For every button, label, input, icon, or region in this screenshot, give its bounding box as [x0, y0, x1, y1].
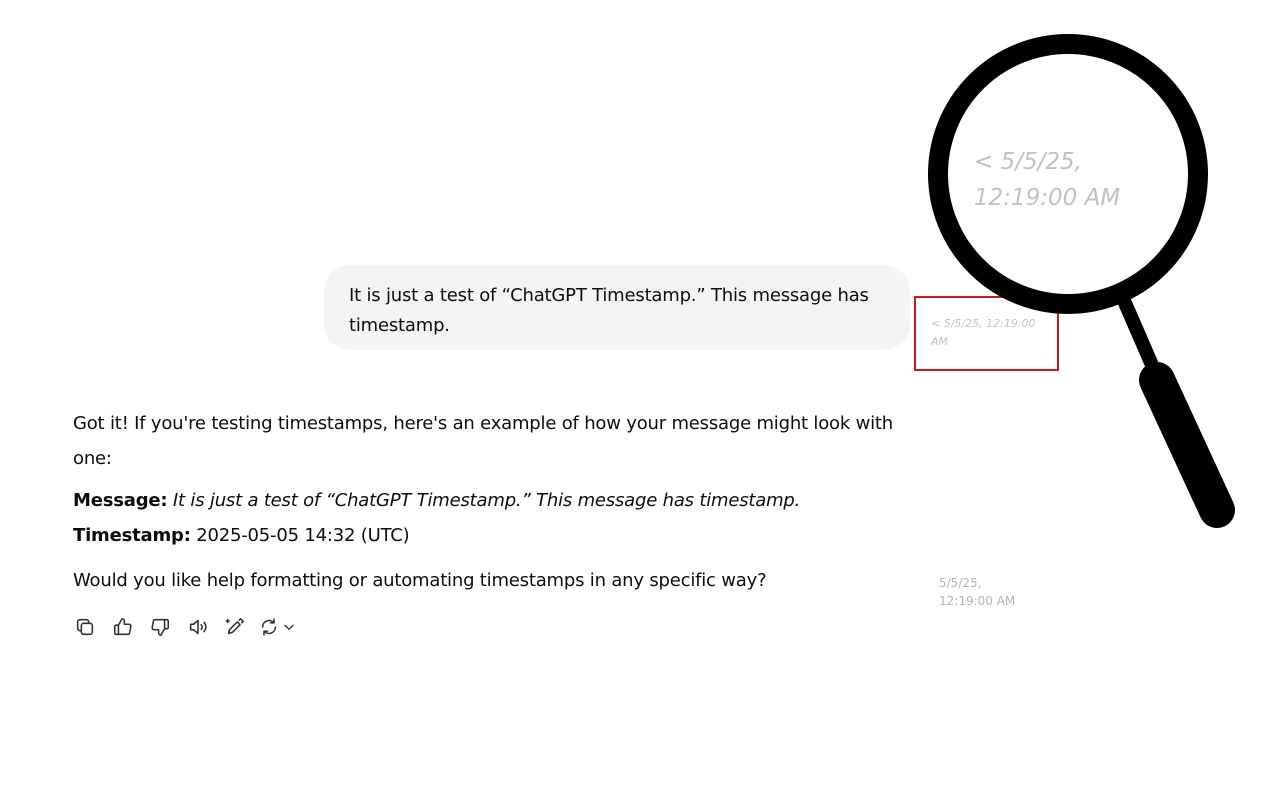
message-label: Message: [73, 490, 168, 511]
edit-button[interactable] [220, 612, 250, 642]
user-message-bubble: It is just a test of “ChatGPT Timestamp.… [324, 265, 910, 350]
chevron-down-icon [283, 624, 294, 630]
example-message-line: Message: It is just a test of “ChatGPT T… [73, 486, 903, 516]
copy-icon [76, 618, 94, 636]
assistant-question: Would you like help formatting or automa… [73, 570, 767, 591]
timestamp-label: Timestamp: [73, 525, 191, 546]
message-actions-bar [70, 612, 302, 642]
refresh-icon [261, 618, 276, 636]
pencil-sparkle-icon [225, 617, 245, 635]
thumbs-up-icon [113, 617, 132, 636]
assistant-message: Got it! If you're testing timestamps, he… [73, 406, 903, 596]
message-value: It is just a test of “ChatGPT Timestamp.… [172, 490, 801, 511]
user-message-timestamp: < 5/5/25, 12:19:00 AM [931, 317, 1036, 348]
user-message-text: It is just a test of “ChatGPT Timestamp.… [349, 285, 869, 336]
speaker-icon [189, 619, 207, 635]
timestamp-value: 2025-05-05 14:32 (UTC) [196, 525, 410, 546]
assistant-intro: Got it! If you're testing timestamps, he… [73, 413, 893, 469]
chat-canvas: It is just a test of “ChatGPT Timestamp.… [0, 0, 1280, 800]
regenerate-button[interactable] [258, 612, 302, 642]
read-aloud-button[interactable] [183, 612, 213, 642]
thumbs-down-button[interactable] [145, 612, 175, 642]
assistant-message-timestamp: 5/5/25, 12:19:00 AM [939, 576, 1016, 608]
example-timestamp-line: Timestamp: 2025-05-05 14:32 (UTC) [73, 521, 903, 551]
thumbs-up-button[interactable] [108, 612, 138, 642]
thumbs-down-icon [151, 618, 170, 637]
copy-button[interactable] [70, 612, 100, 642]
magnifier-handle [1115, 293, 1235, 528]
